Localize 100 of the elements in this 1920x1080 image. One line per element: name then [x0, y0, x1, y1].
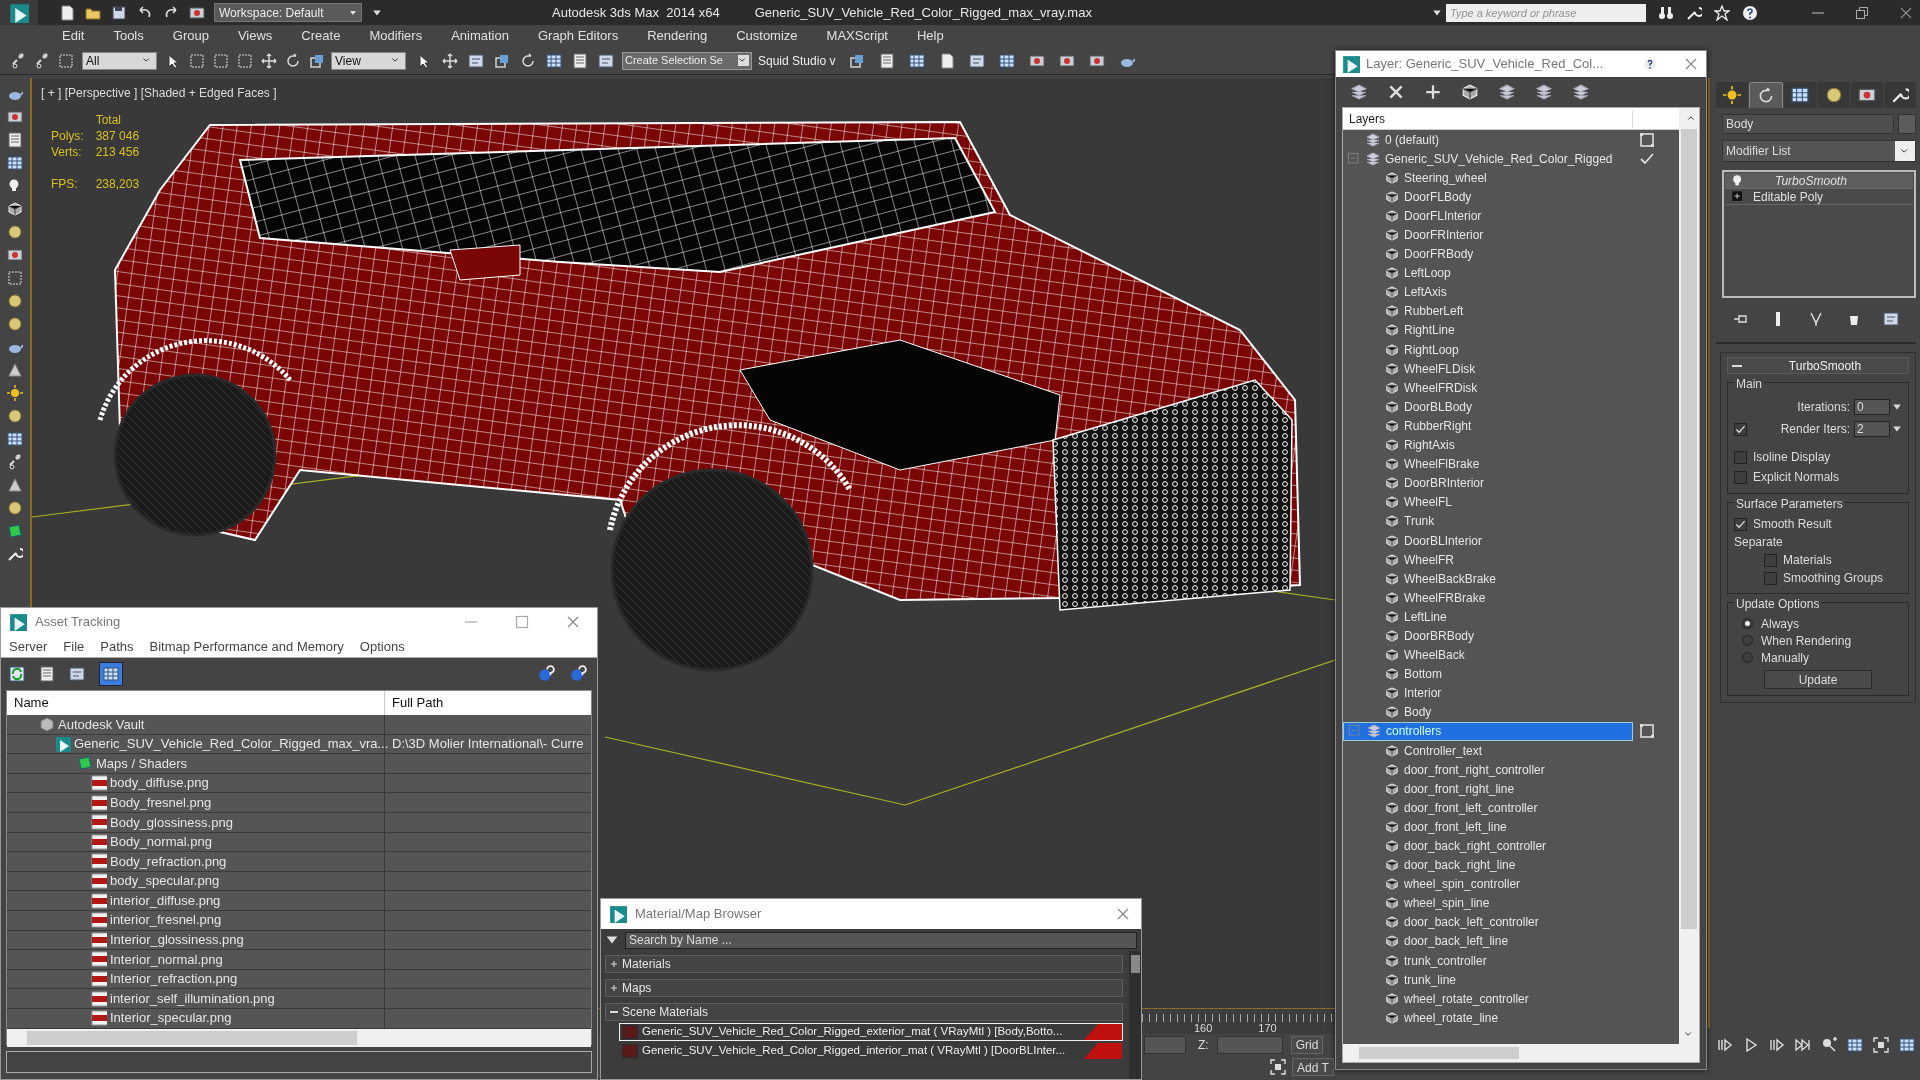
rollout-header[interactable]: TurboSmooth: [1727, 357, 1909, 374]
object-row[interactable]: door_front_right_line: [1404, 779, 1515, 798]
asset-name-cell[interactable]: Autodesk Vault: [58, 714, 145, 735]
asset-name-cell[interactable]: Generic_SUV_Vehicle_Red_Color_Rigged_max_vra...: [74, 734, 389, 754]
layer-row[interactable]: 0 (default): [1343, 130, 1633, 150]
object-row[interactable]: door_front_right_controller: [1404, 760, 1545, 779]
search-field[interactable]: Search by Name ...: [625, 931, 1137, 949]
asset-name-cell[interactable]: Interior_refraction.png: [110, 969, 238, 989]
object-row[interactable]: WheelBackBrake: [1404, 569, 1497, 588]
menu-item[interactable]: File: [63, 636, 85, 657]
search-field[interactable]: Type a keyword or phrase: [1446, 3, 1646, 22]
object-row[interactable]: DoorFRBody: [1404, 245, 1474, 264]
object-row[interactable]: door_front_left_line: [1404, 817, 1507, 836]
menu-item[interactable]: Views: [237, 26, 273, 46]
object-row[interactable]: Body: [1404, 703, 1432, 722]
object-row[interactable]: trunk_controller: [1404, 951, 1487, 970]
object-row[interactable]: WheelFLDisk: [1404, 359, 1476, 378]
reference-coordinate-dropdown[interactable]: View: [331, 51, 406, 70]
selection-filter-dropdown[interactable]: All: [82, 51, 157, 70]
asset-name-cell[interactable]: interior_fresnel.png: [110, 910, 222, 930]
menu-item[interactable]: Create: [301, 26, 341, 46]
object-row[interactable]: WheelFRBrake: [1404, 588, 1486, 607]
asset-name-cell[interactable]: Body_glossiness.png: [110, 812, 233, 832]
spinner-field[interactable]: 0: [1854, 399, 1890, 415]
asset-name-cell[interactable]: Maps / Shaders: [96, 753, 188, 774]
object-row[interactable]: RightAxis: [1404, 436, 1455, 455]
spinner-field[interactable]: 2: [1854, 421, 1890, 437]
object-row[interactable]: LeftAxis: [1404, 283, 1447, 302]
object-row[interactable]: Steering_wheel: [1404, 168, 1487, 187]
menu-item[interactable]: Edit: [62, 26, 85, 46]
add-time-tag-button[interactable]: Add T: [1292, 1058, 1334, 1076]
asset-name-cell[interactable]: body_specular.png: [110, 871, 220, 891]
object-row[interactable]: Trunk: [1404, 512, 1435, 531]
menu-item[interactable]: Paths: [100, 636, 134, 657]
menu-item[interactable]: Help: [917, 26, 944, 46]
menu-item[interactable]: Graph Editors: [537, 26, 619, 46]
object-row[interactable]: LeftLoop: [1404, 264, 1451, 283]
object-row[interactable]: wheel_rotate_line: [1404, 1008, 1499, 1027]
object-row[interactable]: door_back_left_controller: [1404, 913, 1539, 932]
object-row[interactable]: RubberRight: [1404, 416, 1472, 435]
object-row[interactable]: WheelBack: [1404, 646, 1465, 665]
layer-row[interactable]: controllers: [1343, 721, 1633, 741]
object-row[interactable]: DoorBRBody: [1404, 627, 1475, 645]
asset-name-cell[interactable]: Interior_normal.png: [110, 949, 223, 970]
column-header[interactable]: Full Path: [385, 691, 591, 715]
modifier-list-dropdown[interactable]: Modifier List: [1722, 140, 1916, 162]
object-row[interactable]: door_front_left_controller: [1404, 798, 1538, 817]
object-row[interactable]: Controller_text: [1404, 741, 1483, 760]
object-row[interactable]: Interior: [1404, 684, 1442, 703]
workspace-dropdown[interactable]: Workspace: Default: [214, 3, 362, 22]
menu-item[interactable]: Tools: [113, 26, 144, 46]
category-header[interactable]: Scene Materials: [605, 1003, 1123, 1021]
object-row[interactable]: trunk_line: [1404, 970, 1457, 989]
asset-name-cell[interactable]: Body_fresnel.png: [110, 792, 212, 813]
object-row[interactable]: wheel_spin_line: [1404, 894, 1490, 913]
object-row[interactable]: DoorBLBody: [1404, 397, 1473, 416]
object-row[interactable]: wheel_rotate_controller: [1404, 989, 1529, 1008]
asset-name-cell[interactable]: interior_diffuse.png: [110, 890, 221, 911]
object-row[interactable]: DoorFRInterior: [1404, 226, 1484, 244]
object-row[interactable]: Bottom: [1404, 665, 1442, 684]
modifier-stack-item[interactable]: Editable Poly: [1725, 189, 1913, 205]
object-row[interactable]: wheel_spin_controller: [1404, 875, 1521, 894]
column-header[interactable]: Name: [7, 691, 385, 715]
object-row[interactable]: RightLine: [1404, 321, 1455, 340]
object-row[interactable]: DoorFLBody: [1404, 187, 1472, 206]
material-row[interactable]: Generic_SUV_Vehicle_Red_Color_Rigged_interior_mat ( VRayMtl ) [DoorBLInter...: [619, 1042, 1123, 1060]
asset-name-cell[interactable]: Interior_glossiness.png: [110, 930, 244, 950]
menu-item[interactable]: Bitmap Performance and Memory: [149, 636, 344, 657]
object-row[interactable]: WheelFlBrake: [1404, 455, 1480, 474]
object-row[interactable]: WheelFR: [1404, 550, 1454, 569]
menu-item[interactable]: Animation: [451, 26, 509, 46]
asset-name-cell[interactable]: Interior_specular.png: [110, 1008, 232, 1028]
object-name-field[interactable]: Body: [1722, 114, 1894, 134]
menu-item[interactable]: MAXScript: [826, 26, 888, 46]
category-header[interactable]: Materials: [605, 955, 1123, 973]
menu-item[interactable]: Options: [359, 636, 405, 657]
object-row[interactable]: DoorBRInterior: [1404, 474, 1485, 493]
asset-name-cell[interactable]: Body_normal.png: [110, 832, 212, 852]
object-row[interactable]: WheelFL: [1404, 493, 1453, 512]
object-row[interactable]: RubberLeft: [1404, 302, 1464, 321]
named-selection-dropdown[interactable]: Create Selection Se: [622, 51, 752, 70]
object-row[interactable]: LeftLine: [1404, 607, 1447, 626]
category-header[interactable]: Maps: [605, 979, 1123, 997]
object-row[interactable]: RightLoop: [1404, 340, 1459, 359]
object-row[interactable]: WheelFRDisk: [1404, 378, 1478, 397]
menu-item[interactable]: Group: [172, 26, 209, 46]
timeline-ruler[interactable]: 160 170: [1142, 1014, 1335, 1034]
object-row[interactable]: DoorFLInterior: [1404, 206, 1482, 225]
object-row[interactable]: door_back_left_line: [1404, 932, 1509, 951]
menu-item[interactable]: Modifiers: [369, 26, 423, 46]
object-row[interactable]: door_back_right_controller: [1404, 837, 1547, 855]
material-row[interactable]: Generic_SUV_Vehicle_Red_Color_Rigged_exterior_mat ( VRayMtl ) [Body,Botto...: [619, 1023, 1123, 1041]
asset-name-cell[interactable]: body_diffuse.png: [110, 773, 209, 793]
menu-item[interactable]: Customize: [736, 26, 798, 46]
asset-name-cell[interactable]: interior_self_illumination.png: [110, 988, 275, 1009]
layer-row[interactable]: Generic_SUV_Vehicle_Red_Color_Rigged: [1343, 149, 1633, 169]
object-row[interactable]: DoorBLInterior: [1404, 531, 1483, 550]
asset-name-cell[interactable]: Body_refraction.png: [110, 851, 227, 872]
modifier-stack-item[interactable]: TurboSmooth: [1725, 173, 1913, 189]
object-row[interactable]: door_back_right_line: [1404, 856, 1516, 875]
